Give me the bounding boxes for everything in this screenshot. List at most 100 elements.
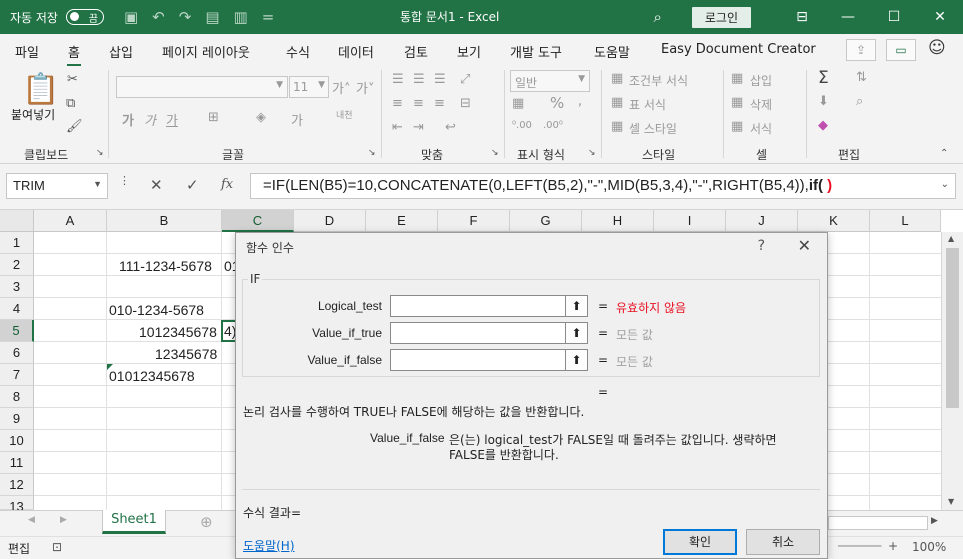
insert-function-icon[interactable]: fx <box>221 177 233 192</box>
autosum-icon[interactable]: Σ <box>818 68 829 88</box>
cell-b4[interactable]: 010-1234-5678 <box>109 299 204 321</box>
find-select-icon[interactable]: ⌕ <box>856 94 863 109</box>
font-launcher-icon[interactable]: ↘ <box>368 148 376 158</box>
tab-developer[interactable]: 개발 도구 <box>510 42 562 61</box>
number-launcher-icon[interactable]: ↘ <box>588 148 596 158</box>
number-format-box[interactable]: 일반 ▼ <box>510 70 590 92</box>
tab-view[interactable]: 보기 <box>457 42 481 61</box>
row-header-11[interactable]: 11 <box>0 452 34 474</box>
horizontal-scrollbar[interactable] <box>828 516 928 530</box>
insert-cells-label[interactable]: 삽입 <box>750 72 772 89</box>
borders-icon[interactable]: ⊞ <box>208 110 219 125</box>
maximize-icon[interactable]: ☐ <box>871 0 917 34</box>
fill-icon[interactable]: ⬇ <box>818 94 829 109</box>
collapse-ribbon-icon[interactable]: ⌃ <box>940 148 948 159</box>
tab-data[interactable]: 데이터 <box>338 42 374 61</box>
comma-style-icon[interactable]: , <box>578 94 582 109</box>
zoom-in-icon[interactable]: + <box>888 539 898 553</box>
format-as-table-label[interactable]: 표 서식 <box>629 96 666 113</box>
clear-icon[interactable]: ◆ <box>818 118 828 133</box>
search-icon[interactable]: ⌕ <box>653 8 661 26</box>
conditional-format-label[interactable]: 조건부 서식 <box>629 72 688 89</box>
enter-icon[interactable]: ✓ <box>186 176 199 194</box>
format-as-table-icon[interactable]: ▦ <box>611 95 623 110</box>
accounting-format-icon[interactable]: ▦ <box>512 96 524 111</box>
italic-icon[interactable]: 가 <box>144 110 156 129</box>
row-header-5[interactable]: 5 <box>0 320 34 342</box>
arg-input-value-if-false[interactable]: ⬆ <box>390 349 588 371</box>
paste-label[interactable]: 붙여넣기 <box>11 106 55 123</box>
increase-indent-icon[interactable]: ⇥ <box>413 120 424 135</box>
tab-help[interactable]: 도움말 <box>594 42 630 61</box>
cell-b2[interactable]: 111-1234-5678 <box>119 255 212 277</box>
tab-page-layout[interactable]: 페이지 레이아웃 <box>162 42 250 61</box>
vertical-scrollbar[interactable]: ▲ ▼ <box>941 232 963 510</box>
insert-cells-icon[interactable]: ▦ <box>731 71 743 86</box>
expand-formula-bar-icon[interactable]: ⌄ <box>941 179 949 190</box>
collapse-dialog-icon[interactable]: ⬆ <box>565 350 587 370</box>
row-header-10[interactable]: 10 <box>0 430 34 452</box>
delete-cells-icon[interactable]: ▦ <box>731 95 743 110</box>
format-painter-icon[interactable]: 🖌 <box>66 119 83 134</box>
underline-icon[interactable]: 가 <box>166 110 178 129</box>
cell-b7[interactable]: 01012345678 <box>109 365 195 387</box>
ok-button[interactable]: 확인 <box>663 529 737 555</box>
scroll-right-icon[interactable]: ▶ <box>931 516 938 526</box>
column-header-k[interactable]: K <box>798 210 870 232</box>
bold-icon[interactable]: 가 <box>122 110 134 129</box>
tab-formulas[interactable]: 수식 <box>286 42 310 61</box>
merge-center-icon[interactable]: ⊟ <box>460 96 471 111</box>
row-header-12[interactable]: 12 <box>0 474 34 496</box>
row-header-8[interactable]: 8 <box>0 386 34 408</box>
add-sheet-icon[interactable]: ⊕ <box>200 513 213 531</box>
help-link[interactable]: 도움말(H) <box>243 537 295 554</box>
comments-icon[interactable]: ▭ <box>886 39 916 61</box>
copy-icon[interactable]: ⧉ <box>66 96 75 111</box>
name-box-dropdown-icon[interactable]: ▼ <box>93 179 102 189</box>
collapse-dialog-icon[interactable]: ⬆ <box>565 323 587 343</box>
orientation-icon[interactable]: ⤢ <box>460 72 470 87</box>
accessibility-icon[interactable]: ⊡ <box>52 540 62 554</box>
undo-icon[interactable]: ↶ <box>152 8 165 26</box>
grow-font-icon[interactable]: 가˄ <box>332 78 350 97</box>
row-header-3[interactable]: 3 <box>0 276 34 298</box>
column-header-d[interactable]: D <box>294 210 366 232</box>
cut-icon[interactable]: ✂ <box>67 72 78 87</box>
format-cells-icon[interactable]: ▦ <box>731 119 743 134</box>
dialog-close-icon[interactable]: ✕ <box>798 236 811 255</box>
cell-styles-icon[interactable]: ▦ <box>611 119 623 134</box>
column-header-a[interactable]: A <box>34 210 107 232</box>
align-center-icon[interactable]: ≡ <box>413 96 424 111</box>
sheet-tab-sheet1[interactable]: Sheet1 <box>102 510 166 534</box>
next-sheet-icon[interactable]: ▶ <box>60 515 67 525</box>
column-header-b[interactable]: B <box>107 210 222 232</box>
tab-easy-document-creator[interactable]: Easy Document Creator <box>661 42 816 57</box>
tab-insert[interactable]: 삽입 <box>109 42 133 61</box>
paste-icon[interactable]: 📋 <box>22 72 59 107</box>
format-cells-label[interactable]: 서식 <box>750 120 772 137</box>
minimize-icon[interactable]: — <box>825 0 871 34</box>
save-icon[interactable]: ▣ <box>124 8 138 26</box>
dialog-help-icon[interactable]: ? <box>758 238 765 254</box>
align-middle-icon[interactable]: ☰ <box>413 72 425 87</box>
scroll-up-icon[interactable]: ▲ <box>948 234 954 243</box>
align-bottom-icon[interactable]: ☰ <box>434 72 446 87</box>
scroll-thumb[interactable] <box>946 248 959 408</box>
font-name-box[interactable]: ▼ <box>116 76 288 98</box>
name-box[interactable]: TRIM ▼ <box>6 173 108 199</box>
zoom-level[interactable]: 100% <box>912 540 946 554</box>
column-header-g[interactable]: G <box>510 210 582 232</box>
font-size-box[interactable]: 11 ▼ <box>289 76 329 98</box>
autosave-toggle[interactable]: 끔 <box>65 9 104 25</box>
sort-filter-icon[interactable]: ⇅ <box>856 70 867 85</box>
new-file-icon[interactable]: ▤ <box>205 8 219 26</box>
increase-decimal-icon[interactable]: ⁰.00 <box>512 120 532 131</box>
arg-input-logical-test[interactable]: ⬆ <box>390 295 588 317</box>
open-file-icon[interactable]: ▥ <box>234 8 248 26</box>
customize-qat-icon[interactable]: = <box>262 8 275 26</box>
row-header-7[interactable]: 7 <box>0 364 34 386</box>
clipboard-launcher-icon[interactable]: ↘ <box>96 148 104 158</box>
cell-styles-label[interactable]: 셀 스타일 <box>629 120 677 137</box>
cell-b6[interactable]: 12345678 <box>155 343 217 365</box>
row-header-6[interactable]: 6 <box>0 342 34 364</box>
